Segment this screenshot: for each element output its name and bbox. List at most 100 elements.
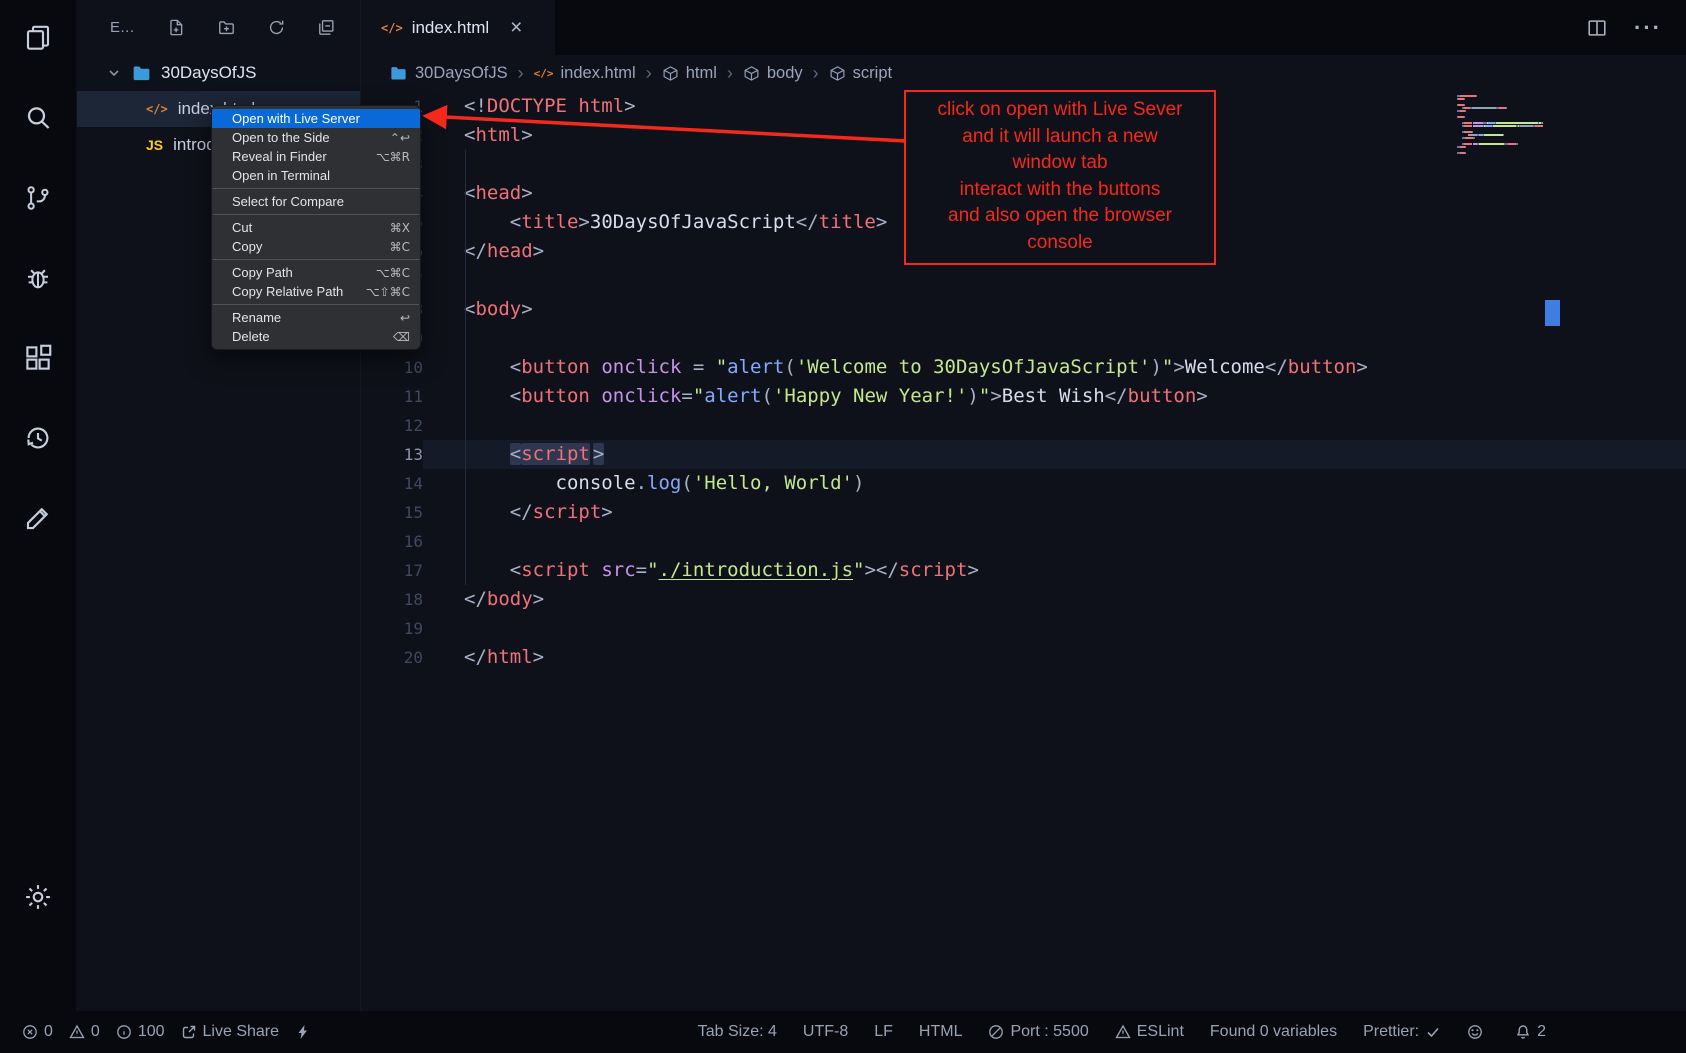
line-number: 18: [361, 585, 423, 614]
menu-item-rename[interactable]: Rename↩: [212, 308, 420, 327]
status-encoding[interactable]: UTF-8: [803, 1023, 848, 1041]
menu-item-label: Copy Relative Path: [232, 284, 343, 299]
status-live-server-port[interactable]: Port : 5500: [988, 1023, 1088, 1041]
status-label: HTML: [919, 1023, 963, 1041]
breadcrumb-item-script[interactable]: script: [829, 64, 892, 83]
status-quick-actions[interactable]: [295, 1024, 317, 1040]
menu-item-copy-path[interactable]: Copy Path⌥⌘C: [212, 263, 420, 282]
status-info-count[interactable]: 100: [116, 1023, 165, 1041]
activity-extensions-button[interactable]: [0, 320, 76, 400]
code-line[interactable]: 8<body>: [361, 295, 1686, 324]
chevron-right-icon: ›: [813, 63, 819, 84]
status-errors[interactable]: 0: [22, 1023, 53, 1041]
minimap[interactable]: [1457, 95, 1543, 155]
status-language-mode[interactable]: HTML: [919, 1023, 963, 1041]
activity-bar-top: [0, 0, 76, 560]
code-line[interactable]: 19: [361, 614, 1686, 643]
code-line[interactable]: 7: [361, 266, 1686, 295]
line-number: 20: [361, 643, 423, 672]
code-line[interactable]: 9: [361, 324, 1686, 353]
code-line[interactable]: 18</body>: [361, 585, 1686, 614]
symbol-cube-icon: [743, 65, 760, 82]
code-line[interactable]: 11 <button onclick="alert('Happy New Yea…: [361, 382, 1686, 411]
activity-feedback-button[interactable]: [0, 480, 76, 560]
code-line[interactable]: 12: [361, 411, 1686, 440]
minimap-line: [1457, 143, 1543, 145]
html-file-icon: </>: [146, 102, 168, 116]
menu-item-open-in-terminal[interactable]: Open in Terminal: [212, 166, 420, 185]
indent-guide: [465, 150, 466, 585]
activity-history-button[interactable]: [0, 400, 76, 480]
status-label: UTF-8: [803, 1023, 848, 1041]
status-prettier[interactable]: Prettier:: [1363, 1023, 1441, 1041]
activity-explorer-button[interactable]: [0, 0, 76, 80]
minimap-line: [1457, 95, 1543, 97]
status-warnings[interactable]: 0: [69, 1023, 100, 1041]
new-file-icon[interactable]: [167, 18, 186, 37]
breadcrumb-item-index-html[interactable]: </>index.html: [534, 64, 636, 83]
annotation-box: click on open with Live Severand it will…: [904, 90, 1216, 265]
breadcrumb-item-body[interactable]: body: [743, 64, 803, 83]
menu-separator: [213, 259, 419, 260]
line-content: [423, 614, 1686, 643]
breadcrumb-item-html[interactable]: html: [662, 64, 717, 83]
menu-item-cut[interactable]: Cut⌘X: [212, 218, 420, 237]
activity-settings-button[interactable]: [0, 869, 76, 929]
activity-source-control-button[interactable]: [0, 160, 76, 240]
status-label: Port : 5500: [1010, 1023, 1088, 1041]
status-tab-size[interactable]: Tab Size: 4: [698, 1023, 777, 1041]
annotation-line: console: [908, 230, 1212, 257]
annotation-line: click on open with Live Sever: [908, 97, 1212, 124]
status-variables[interactable]: Found 0 variables: [1210, 1023, 1337, 1041]
status-notifications[interactable]: 2: [1515, 1023, 1546, 1041]
menu-item-copy[interactable]: Copy⌘C: [212, 237, 420, 256]
split-editor-button[interactable]: [1586, 17, 1608, 39]
breadcrumb-item-30daysofjs[interactable]: 30DaysOfJS: [389, 64, 508, 83]
status-label: Found 0 variables: [1210, 1023, 1337, 1041]
chevron-right-icon: ›: [727, 63, 733, 84]
menu-item-shortcut: ⌥⇧⌘C: [366, 285, 410, 299]
refresh-icon[interactable]: [267, 18, 286, 37]
code-line[interactable]: 20</html>: [361, 643, 1686, 672]
tab-index-html[interactable]: </> index.html ×: [361, 0, 555, 55]
minimap-line: [1457, 131, 1543, 133]
history-icon: [23, 423, 53, 458]
activity-debug-button[interactable]: [0, 240, 76, 320]
line-number: 11: [361, 382, 423, 411]
breadcrumb-label: index.html: [561, 64, 636, 83]
status-eol[interactable]: LF: [874, 1023, 893, 1041]
line-content: </script>: [423, 498, 1686, 527]
extensions-icon: [23, 343, 53, 378]
close-icon[interactable]: ×: [510, 17, 522, 38]
menu-item-label: Select for Compare: [232, 194, 344, 209]
menu-item-open-to-the-side[interactable]: Open to the Side⌃↩: [212, 128, 420, 147]
status-live-share[interactable]: Live Share: [181, 1023, 280, 1041]
code-line[interactable]: 15 </script>: [361, 498, 1686, 527]
code-line[interactable]: 13 <script>: [361, 440, 1686, 469]
menu-item-delete[interactable]: Delete⌫: [212, 327, 420, 346]
more-actions-button[interactable]: ···: [1634, 15, 1662, 41]
search-icon: [23, 103, 53, 138]
menu-item-reveal-in-finder[interactable]: Reveal in Finder⌥⌘R: [212, 147, 420, 166]
menu-item-select-for-compare[interactable]: Select for Compare: [212, 192, 420, 211]
code-line[interactable]: 16: [361, 527, 1686, 556]
line-number: 15: [361, 498, 423, 527]
menu-item-label: Reveal in Finder: [232, 149, 327, 164]
collapse-all-icon[interactable]: [317, 18, 336, 37]
new-folder-icon[interactable]: [217, 18, 236, 37]
activity-search-button[interactable]: [0, 80, 76, 160]
menu-item-open-with-live-server[interactable]: Open with Live Server: [212, 109, 420, 128]
settings-icon: [23, 882, 53, 917]
tab-bar: </> index.html × ···: [361, 0, 1686, 55]
minimap-line: [1457, 110, 1543, 112]
minimap-line: [1457, 125, 1543, 127]
status-eslint[interactable]: ESLint: [1115, 1023, 1184, 1041]
info-icon: [116, 1024, 132, 1040]
menu-item-copy-relative-path[interactable]: Copy Relative Path ⌥⇧⌘C: [212, 282, 420, 301]
code-line[interactable]: 14 console.log('Hello, World'): [361, 469, 1686, 498]
tree-folder-root[interactable]: 30DaysOfJS: [76, 55, 360, 91]
code-line[interactable]: 10 <button onclick = "alert('Welcome to …: [361, 353, 1686, 382]
status-feedback-smiley[interactable]: [1467, 1024, 1489, 1040]
code-line[interactable]: 17 <script src="./introduction.js"></scr…: [361, 556, 1686, 585]
menu-item-shortcut: ⌥⌘C: [376, 266, 410, 280]
